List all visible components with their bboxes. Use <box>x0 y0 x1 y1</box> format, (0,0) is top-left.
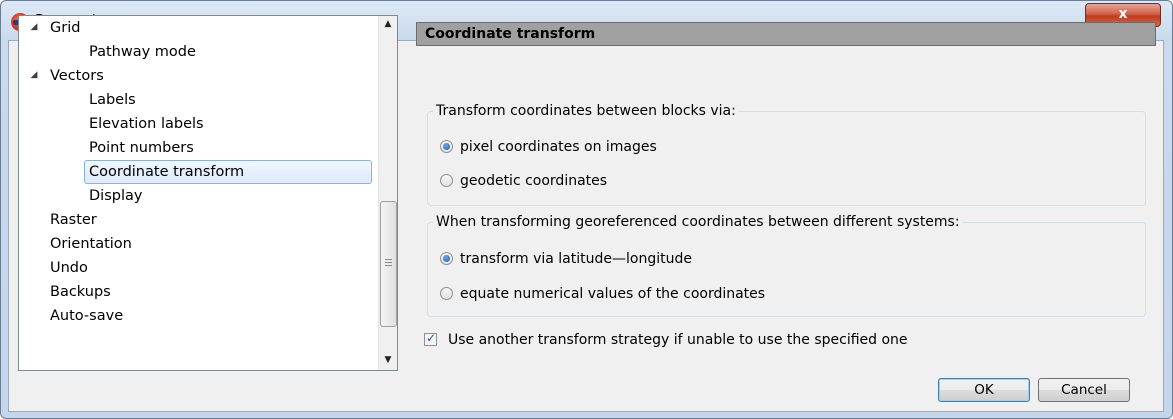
tree-item-undo[interactable]: Undo <box>50 256 88 280</box>
tree-item-coordinate-transform[interactable]: Coordinate transform <box>84 160 372 184</box>
tree-item-elevation-labels[interactable]: Elevation labels <box>89 112 204 136</box>
tree-item-backups[interactable]: Backups <box>50 280 111 304</box>
ok-button[interactable]: OK <box>938 378 1030 402</box>
tree-item-raster[interactable]: Raster <box>50 208 97 232</box>
expand-grid-icon[interactable]: ◢ <box>28 22 40 32</box>
tree-item-auto-save[interactable]: Auto-save <box>50 304 123 328</box>
grip-icon <box>385 259 392 268</box>
radio-label: pixel coordinates on images <box>460 139 657 155</box>
radio-label: geodetic coordinates <box>460 173 608 189</box>
radio-label: equate numerical values of the coordinat… <box>460 286 766 302</box>
expand-vectors-icon[interactable]: ◢ <box>28 70 40 80</box>
radio-unselected-icon[interactable] <box>440 287 453 300</box>
blocks-transform-caption: Transform coordinates between blocks via… <box>433 102 739 120</box>
radio-selected-icon[interactable] <box>440 140 453 153</box>
tree-item-point-numbers[interactable]: Point numbers <box>89 136 194 160</box>
scrollbar-thumb[interactable] <box>380 201 397 327</box>
radio-selected-icon[interactable] <box>440 252 453 265</box>
scroll-down-icon[interactable]: ▼ <box>379 352 397 369</box>
settings-tree[interactable]: ◢ Grid Pathway mode ◢ Vectors Labels Ele… <box>18 15 398 371</box>
tree-item-labels[interactable]: Labels <box>89 88 136 112</box>
section-title: Coordinate transform <box>416 22 1156 46</box>
tree-item-grid[interactable]: Grid <box>50 16 80 40</box>
scroll-up-icon[interactable]: ▲ <box>379 16 397 33</box>
radio-unselected-icon[interactable] <box>440 174 453 187</box>
tree-item-orientation[interactable]: Orientation <box>50 232 132 256</box>
tree-scrollbar[interactable]: ▲ ▼ <box>378 16 397 370</box>
tree-item-vectors[interactable]: Vectors <box>50 64 104 88</box>
fallback-strategy-checkbox[interactable]: ✓ <box>424 331 437 346</box>
tree-item-pathway-mode[interactable]: Pathway mode <box>89 40 196 64</box>
radio-label: transform via latitude—longitude <box>460 251 692 267</box>
fallback-strategy-label[interactable]: Use another transform strategy if unable… <box>448 330 908 350</box>
cancel-button[interactable]: Cancel <box>1038 378 1130 402</box>
tree-item-display[interactable]: Display <box>89 184 142 208</box>
georeferenced-transform-caption: When transforming georeferenced coordina… <box>433 213 963 231</box>
blocks-transform-group <box>427 111 1146 206</box>
checkmark-icon: ✓ <box>426 331 437 345</box>
